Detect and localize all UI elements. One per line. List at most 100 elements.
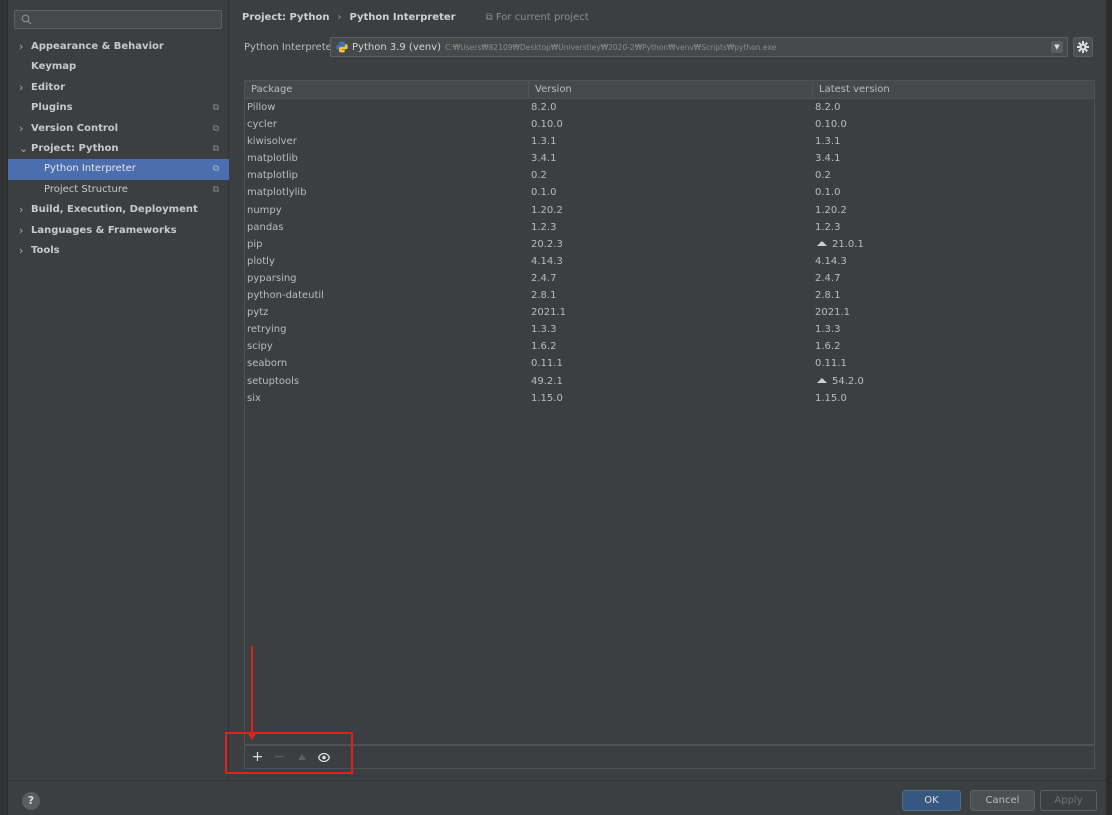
chevron-down-icon[interactable]: ▼	[1051, 41, 1063, 53]
package-name-cell: retrying	[247, 324, 287, 336]
package-version-cell: 1.6.2	[531, 341, 557, 353]
sidebar-item-label: Editor	[31, 81, 65, 93]
table-row[interactable]: setuptools 49.2.1 54.2.0	[245, 373, 1094, 390]
chevron-right-icon[interactable]: ›	[19, 119, 23, 139]
breadcrumb-separator-icon: ›	[337, 11, 342, 23]
sidebar-item-keymap[interactable]: Keymap	[8, 57, 229, 77]
python-logo-icon	[336, 41, 348, 53]
apply-button[interactable]: Apply	[1040, 790, 1097, 811]
table-row[interactable]: python-dateutil 2.8.1 2.8.1	[245, 287, 1094, 304]
latest-version-text: 8.2.0	[815, 102, 841, 113]
sidebar-item-label: Project: Python	[31, 142, 119, 154]
latest-version-cell: 3.4.1	[813, 150, 1094, 167]
sidebar-item-build-execution-deployment[interactable]: › Build, Execution, Deployment	[8, 200, 229, 220]
package-version-cell: 2.4.7	[531, 272, 557, 284]
column-header-version[interactable]: Version	[529, 81, 813, 98]
latest-version-text: 1.3.3	[815, 324, 841, 336]
package-version-cell: 49.2.1	[531, 375, 563, 387]
settings-search-input[interactable]	[14, 10, 222, 29]
sidebar-item-editor[interactable]: › Editor	[8, 78, 229, 98]
table-row[interactable]: matplotlip 0.2 0.2	[245, 167, 1094, 184]
latest-version-text: 0.1.0	[815, 187, 841, 199]
annotation-arrow-line	[251, 646, 253, 734]
package-version-cell: 2.8.1	[531, 290, 557, 302]
chevron-right-icon[interactable]: ›	[19, 221, 23, 241]
table-row[interactable]: pytz 2021.1 2021.1	[245, 304, 1094, 321]
packages-toolbar: + −	[244, 745, 1095, 769]
chevron-down-icon[interactable]: ⌄	[19, 139, 28, 159]
latest-version-text: 1.2.3	[815, 221, 841, 233]
latest-version-cell: 0.2	[813, 167, 1094, 184]
cancel-button[interactable]: Cancel	[970, 790, 1035, 811]
table-row[interactable]: seaborn 0.11.1 0.11.1	[245, 355, 1094, 372]
breadcrumb-project[interactable]: Project: Python	[242, 12, 329, 23]
interpreter-settings-button[interactable]	[1073, 37, 1093, 57]
table-row[interactable]: matplotlib 3.4.1 3.4.1	[245, 150, 1094, 167]
latest-version-cell: 4.14.3	[813, 253, 1094, 270]
package-name-cell: pyparsing	[247, 272, 297, 284]
project-scope-icon: ⧉	[212, 123, 219, 134]
latest-version-text: 2.8.1	[815, 290, 841, 302]
chevron-right-icon[interactable]: ›	[19, 37, 23, 57]
package-name-cell: kiwisolver	[247, 136, 297, 148]
scope-label: ⧉ For current project	[485, 11, 589, 23]
column-header-package[interactable]: Package	[245, 81, 529, 98]
package-version-cell: 8.2.0	[531, 102, 557, 113]
table-row[interactable]: numpy 1.20.2 1.20.2	[245, 202, 1094, 219]
left-window-edge	[0, 0, 8, 815]
help-button[interactable]: ?	[22, 792, 40, 810]
sidebar-item-appearance-behavior[interactable]: › Appearance & Behavior	[8, 37, 229, 57]
table-row[interactable]: matplotlylib 0.1.0 0.1.0	[245, 184, 1094, 201]
sidebar-item-plugins[interactable]: Plugins ⧉	[8, 98, 229, 118]
latest-version-cell: 1.6.2	[813, 338, 1094, 355]
ok-button[interactable]: OK	[902, 790, 961, 811]
table-row[interactable]: pandas 1.2.3 1.2.3	[245, 219, 1094, 236]
sidebar-item-project-structure[interactable]: Project Structure ⧉	[8, 180, 229, 200]
sidebar-item-project-python[interactable]: ⌄ Project: Python ⧉	[8, 139, 229, 159]
table-row[interactable]: Pillow 8.2.0 8.2.0	[245, 99, 1094, 116]
table-row[interactable]: scipy 1.6.2 1.6.2	[245, 338, 1094, 355]
latest-version-text: 21.0.1	[832, 238, 864, 250]
package-version-cell: 0.11.1	[531, 358, 563, 370]
sidebar-item-label: Tools	[31, 244, 60, 256]
latest-version-text: 0.11.1	[815, 358, 847, 370]
chevron-right-icon[interactable]: ›	[19, 241, 23, 261]
chevron-right-icon[interactable]: ›	[19, 78, 23, 98]
chevron-right-icon[interactable]: ›	[19, 200, 23, 220]
sidebar-item-label: Version Control	[31, 122, 119, 134]
sidebar-item-python-interpreter[interactable]: Python Interpreter ⧉	[8, 159, 229, 180]
interpreter-label: Python Interpreter:	[244, 42, 340, 53]
package-version-cell: 1.3.3	[531, 324, 557, 336]
interpreter-select[interactable]: Python 3.9 (venv) C:₩Users₩82109₩Desktop…	[330, 37, 1068, 57]
table-row[interactable]: pip 20.2.3 21.0.1	[245, 236, 1094, 253]
latest-version-cell: 1.2.3	[813, 219, 1094, 236]
table-row[interactable]: kiwisolver 1.3.1 1.3.1	[245, 133, 1094, 150]
package-version-cell: 0.2	[531, 170, 547, 182]
table-row[interactable]: plotly 4.14.3 4.14.3	[245, 253, 1094, 270]
project-scope-icon: ⧉	[212, 184, 219, 195]
latest-version-text: 3.4.1	[815, 153, 841, 165]
table-row[interactable]: six 1.15.0 1.15.0	[245, 390, 1094, 407]
latest-version-cell: 0.11.1	[813, 355, 1094, 372]
sidebar-item-tools[interactable]: › Tools	[8, 241, 229, 261]
table-row[interactable]: cycler 0.10.0 0.10.0	[245, 116, 1094, 133]
gear-icon	[1077, 41, 1089, 53]
table-row[interactable]: pyparsing 2.4.7 2.4.7	[245, 270, 1094, 287]
package-name-cell: seaborn	[247, 358, 288, 370]
packages-table: Package Version Latest version Pillow 8.2…	[244, 80, 1095, 745]
latest-version-text: 2.4.7	[815, 272, 841, 284]
right-window-edge	[1106, 0, 1112, 815]
table-body: Pillow 8.2.0 8.2.0 cycler 0.10.0 0.10.0 kiwiso…	[245, 99, 1094, 407]
sidebar-item-version-control[interactable]: › Version Control ⧉	[8, 119, 229, 139]
sidebar-item-languages-frameworks[interactable]: › Languages & Frameworks	[8, 221, 229, 241]
latest-version-text: 2021.1	[815, 307, 850, 319]
latest-version-cell: 1.15.0	[813, 390, 1094, 407]
breadcrumb: Project: Python › Python Interpreter ⧉ F…	[242, 10, 589, 24]
table-row[interactable]: retrying 1.3.3 1.3.3	[245, 321, 1094, 338]
latest-version-text: 1.6.2	[815, 341, 841, 353]
latest-version-text: 1.20.2	[815, 204, 847, 216]
column-header-latest-version[interactable]: Latest version	[813, 81, 1094, 98]
package-name-cell: Pillow	[247, 102, 276, 113]
package-version-cell: 1.15.0	[531, 392, 563, 404]
package-name-cell: matplotlib	[247, 153, 298, 165]
